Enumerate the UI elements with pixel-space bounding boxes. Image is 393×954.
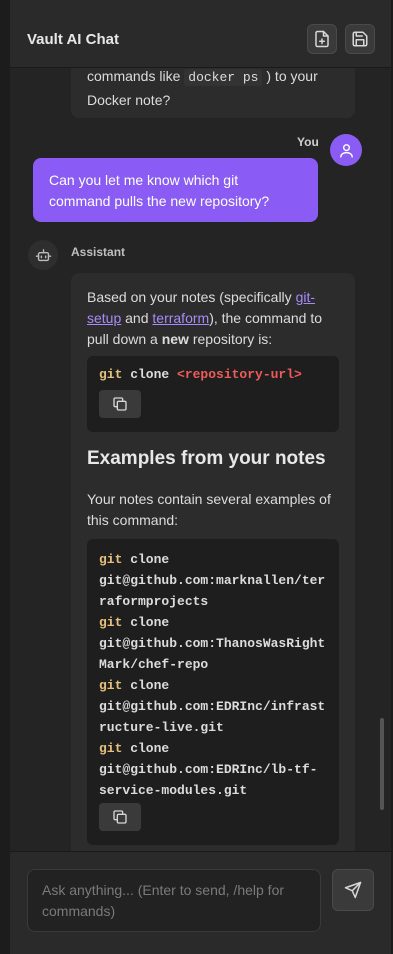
send-button[interactable] xyxy=(332,869,374,911)
examples-heading: Examples from your notes xyxy=(87,448,326,469)
code-keyword: git xyxy=(99,741,123,756)
intro-text-2: and xyxy=(121,310,153,326)
code-text: raformprojects xyxy=(99,594,209,609)
code-text: Mark/chef-repo xyxy=(99,657,209,672)
intro-text-1: Based on your notes (specifically xyxy=(87,289,296,305)
code-line: raformprojects xyxy=(99,591,208,612)
terraform-link[interactable]: terraform xyxy=(152,310,209,326)
code-text: git@github.com:EDRInc/infrast xyxy=(99,699,326,714)
copy-code-button[interactable] xyxy=(99,803,141,831)
previous-assistant-message: commands like docker ps ) to your Docker… xyxy=(71,68,355,118)
assistant-avatar xyxy=(28,240,58,270)
bot-icon xyxy=(35,248,51,261)
code-line: git@github.com:EDRInc/lb-tf- xyxy=(99,759,317,780)
code-line: ructure-live.git xyxy=(99,717,224,738)
code-text: git@github.com:EDRInc/lb-tf- xyxy=(99,762,318,777)
file-plus-icon xyxy=(315,30,329,48)
assistant-intro: Based on your notes (specifically git-se… xyxy=(87,287,337,350)
copy-icon xyxy=(113,397,127,411)
code-line: git clone xyxy=(99,612,169,633)
code-line: git@github.com:marknallen/ter xyxy=(99,570,325,591)
header: Vault AI Chat xyxy=(10,0,391,68)
code-text: git@github.com:ThanosWasRight xyxy=(99,636,326,651)
code-line: git@github.com:ThanosWasRight xyxy=(99,633,325,654)
chat-input[interactable]: Ask anything... (Enter to send, /help fo… xyxy=(27,869,321,932)
code-text: clone xyxy=(122,615,170,630)
code-line: service-modules.git xyxy=(99,780,247,801)
send-icon xyxy=(344,881,362,899)
code-line: git clone <repository-url> xyxy=(99,367,302,382)
code-block: git clone <repository-url> xyxy=(87,356,339,432)
code-text: clone xyxy=(122,552,170,567)
assistant-message: Based on your notes (specifically git-se… xyxy=(71,273,355,851)
save-button[interactable] xyxy=(345,24,375,54)
code-keyword: git xyxy=(99,552,123,567)
code-argument: <repository-url> xyxy=(177,367,302,382)
code-line: git@github.com:EDRInc/infrast xyxy=(99,696,325,717)
chat-app: Vault AI Chat commands like docker ps ) … xyxy=(10,0,391,954)
code-keyword: git xyxy=(99,678,123,693)
examples-paragraph: Your notes contain several examples of t… xyxy=(87,491,331,528)
examples-code-block: git clone git@github.com:marknallen/ter ra… xyxy=(87,539,339,845)
prev-text-2: ) to your xyxy=(262,68,318,84)
code-line: git clone xyxy=(99,738,169,759)
message-list[interactable]: commands like docker ps ) to your Docker… xyxy=(10,68,391,851)
copy-icon xyxy=(113,810,127,824)
copy-code-button[interactable] xyxy=(99,390,141,418)
save-icon xyxy=(352,31,368,47)
user-message: Can you let me know which git command pu… xyxy=(33,158,318,222)
code-text: ructure-live.git xyxy=(99,720,224,735)
user-label: You xyxy=(297,135,319,149)
scrollbar-thumb[interactable] xyxy=(380,718,384,810)
assistant-label: Assistant xyxy=(71,245,126,259)
code-text: service-modules.git xyxy=(99,783,248,798)
prev-text-1: commands like xyxy=(87,68,185,84)
user-avatar xyxy=(330,134,362,166)
intro-text-4: repository is: xyxy=(188,331,273,347)
user-icon xyxy=(339,143,353,158)
prev-text-3: Docker note? xyxy=(87,92,171,108)
code-keyword: git xyxy=(99,367,123,382)
app-title: Vault AI Chat xyxy=(27,31,119,48)
new-note-button[interactable] xyxy=(307,24,337,54)
code-keyword: git xyxy=(99,615,123,630)
code-line: git clone xyxy=(99,675,169,696)
code-text: clone xyxy=(122,678,170,693)
code-text: clone xyxy=(122,741,170,756)
code-text: clone xyxy=(122,367,178,382)
code-text: git@github.com:marknallen/ter xyxy=(99,573,326,588)
intro-bold: new xyxy=(161,331,189,347)
code-line: Mark/chef-repo xyxy=(99,654,208,675)
input-area: Ask anything... (Enter to send, /help fo… xyxy=(10,851,391,954)
inline-code: docker ps xyxy=(184,69,263,86)
previous-message-text: commands like docker ps ) to your Docker… xyxy=(87,68,347,111)
code-line: git clone xyxy=(99,549,169,570)
